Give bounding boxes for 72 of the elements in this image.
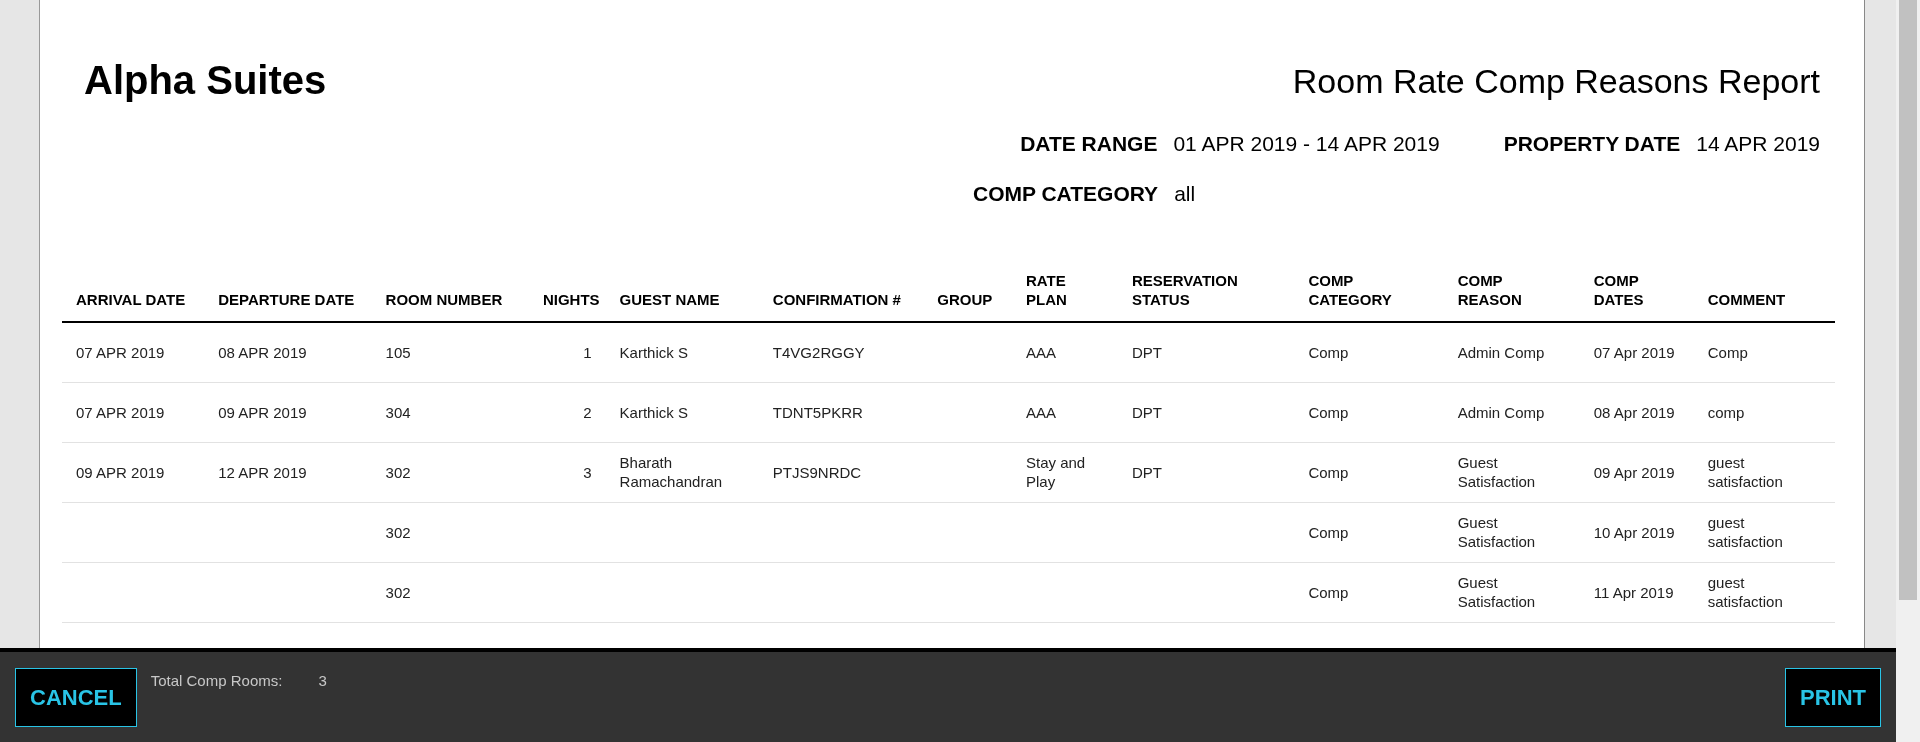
table-cell: guest satisfaction bbox=[1707, 574, 1783, 610]
table-cell: 08 Apr 2019 bbox=[1593, 403, 1675, 421]
table-cell: guest satisfaction bbox=[1707, 454, 1783, 490]
table-cell: 07 APR 2019 bbox=[76, 403, 165, 421]
table-cell: Admin Comp bbox=[1457, 343, 1545, 361]
table-cell: 304 bbox=[385, 403, 411, 421]
table-cell: 302 bbox=[385, 463, 411, 481]
table-cell: Karthick S bbox=[619, 403, 688, 421]
property-name: Alpha Suites bbox=[84, 57, 327, 104]
table-cell: Guest Satisfaction bbox=[1457, 574, 1536, 610]
table-cell: Comp bbox=[1308, 523, 1349, 541]
table-cell: guest satisfaction bbox=[1707, 514, 1783, 550]
column-header: GUEST NAME bbox=[605, 271, 759, 322]
table-cell: 302 bbox=[385, 583, 411, 601]
column-header: DEPARTURE DATE bbox=[204, 271, 372, 322]
filter-value: 01 APR 2019 - 14 APR 2019 bbox=[1173, 131, 1440, 157]
table-cell: Comp bbox=[1308, 463, 1349, 481]
column-header: RESERVATION STATUS bbox=[1117, 271, 1295, 322]
table-cell: DPT bbox=[1131, 403, 1162, 421]
table-cell: 12 APR 2019 bbox=[218, 463, 307, 481]
table-cell: DPT bbox=[1131, 463, 1162, 481]
table-cell: 105 bbox=[385, 343, 411, 361]
table-cell: Guest Satisfaction bbox=[1457, 454, 1536, 490]
column-header: NIGHTS bbox=[528, 271, 606, 322]
table-cell: PTJS9NRDC bbox=[772, 463, 862, 481]
table-cell: Guest Satisfaction bbox=[1457, 514, 1536, 550]
column-header: ARRIVAL DATE bbox=[62, 271, 205, 322]
report-title: Room Rate Comp Reasons Report bbox=[1292, 61, 1820, 102]
table-cell: Comp bbox=[1707, 343, 1748, 361]
table-cell: AAA bbox=[1026, 403, 1056, 421]
table-cell: 07 APR 2019 bbox=[76, 343, 165, 361]
scrollbar-thumb[interactable] bbox=[1899, 0, 1917, 600]
table-cell: 09 APR 2019 bbox=[218, 403, 307, 421]
table-cell: 10 Apr 2019 bbox=[1593, 523, 1675, 541]
table-cell: Admin Comp bbox=[1457, 403, 1545, 421]
table-cell: Bharath Ramachandran bbox=[619, 454, 723, 490]
filter-label: PROPERTY DATE bbox=[1503, 131, 1681, 157]
total-label: Total Comp Rooms: bbox=[150, 671, 283, 691]
table-cell: TDNT5PKRR bbox=[772, 403, 863, 421]
column-header: GROUP bbox=[923, 271, 1012, 322]
column-header: COMP DATES bbox=[1579, 271, 1694, 322]
table-cell: Stay and Play bbox=[1026, 454, 1086, 490]
table-cell: 07 Apr 2019 bbox=[1593, 343, 1675, 361]
table-cell: 1 bbox=[583, 343, 592, 361]
table-cell: 11 Apr 2019 bbox=[1593, 583, 1674, 601]
table-cell: Comp bbox=[1308, 583, 1349, 601]
table-cell: 2 bbox=[583, 403, 592, 421]
column-header: COMMENT bbox=[1693, 271, 1835, 322]
table-cell: 09 APR 2019 bbox=[76, 463, 165, 481]
total-value: 3 bbox=[318, 671, 327, 691]
table-cell: T4VG2RGGY bbox=[772, 343, 865, 361]
table-cell: DPT bbox=[1131, 343, 1162, 361]
table-cell: 302 bbox=[385, 523, 411, 541]
filter-label: COMP CATEGORY bbox=[973, 180, 1159, 207]
filter-value: all bbox=[1174, 180, 1196, 207]
print-button[interactable]: PRINT bbox=[1785, 668, 1881, 727]
filter-label: DATE RANGE bbox=[1020, 131, 1158, 157]
table-cell: Comp bbox=[1308, 403, 1349, 421]
column-header: COMP REASON bbox=[1443, 271, 1580, 322]
table-cell: AAA bbox=[1026, 343, 1056, 361]
column-header: RATE PLAN bbox=[1012, 271, 1118, 322]
table-cell: 08 APR 2019 bbox=[218, 343, 307, 361]
column-header: ROOM NUMBER bbox=[371, 271, 529, 322]
column-header: COMP CATEGORY bbox=[1294, 271, 1444, 322]
table-cell: 09 Apr 2019 bbox=[1593, 463, 1675, 481]
table-cell: Karthick S bbox=[619, 343, 688, 361]
table-cell: comp bbox=[1707, 403, 1745, 421]
column-header: CONFIRMATION # bbox=[758, 271, 924, 322]
cancel-button[interactable]: CANCEL bbox=[15, 668, 137, 727]
filter-value: 14 APR 2019 bbox=[1696, 131, 1820, 157]
table-cell: Comp bbox=[1308, 343, 1349, 361]
table-cell: 3 bbox=[583, 463, 592, 481]
